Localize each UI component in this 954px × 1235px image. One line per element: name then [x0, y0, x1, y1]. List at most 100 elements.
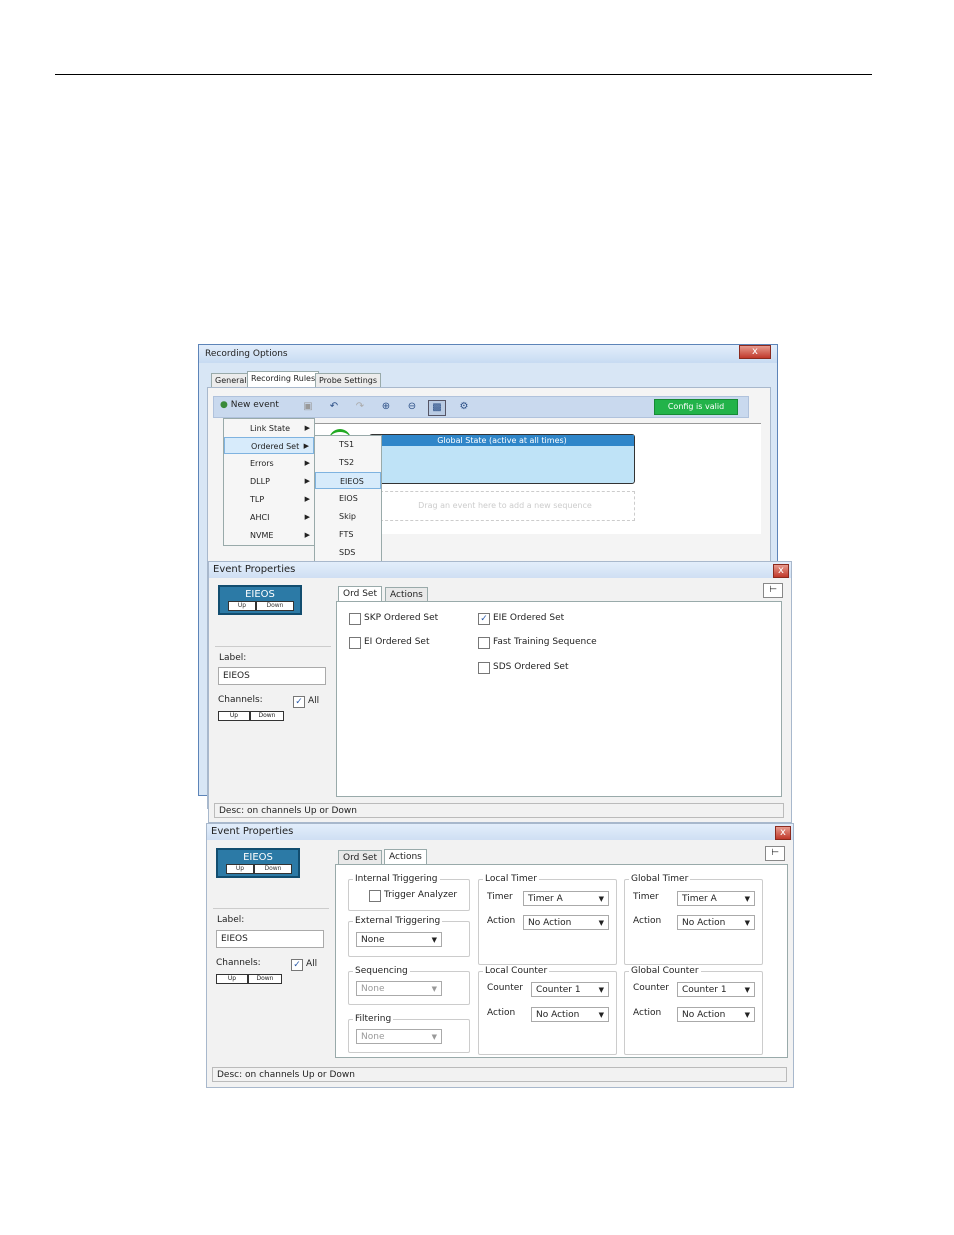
submenu-item-skip[interactable]: Skip	[315, 508, 381, 525]
print-icon[interactable]: ▩	[428, 400, 446, 416]
group-title: Local Counter	[483, 966, 550, 976]
tab-recording-rules[interactable]: Recording Rules	[247, 371, 320, 388]
new-event-icon: ●	[220, 400, 228, 410]
all-channels-checkbox[interactable]: ✓	[293, 696, 305, 708]
pin-icon[interactable]: ⊢	[763, 583, 783, 598]
local-counter-action-select[interactable]: No Action ▼	[531, 1007, 609, 1022]
camera-icon[interactable]: ▣	[300, 400, 316, 414]
pin-icon[interactable]: ⊢	[765, 846, 785, 861]
event-down-badge: Down	[254, 864, 292, 874]
menu-item-tlp[interactable]: TLP ▶	[224, 491, 314, 508]
redo-icon[interactable]: ↷	[352, 400, 368, 414]
channel-up-button[interactable]: Up	[216, 974, 248, 984]
local-timer-select[interactable]: Timer A ▼	[523, 891, 609, 906]
settings-icon[interactable]: ⚙	[456, 400, 472, 414]
timer-caption: Timer	[633, 892, 659, 902]
page-rule	[55, 74, 872, 75]
label-input[interactable]: EIEOS	[218, 667, 326, 685]
panel-title: Event Properties	[209, 562, 791, 578]
select-value: No Action	[528, 918, 572, 928]
eie-checkbox[interactable]: ✓	[478, 613, 490, 625]
trigger-analyzer-checkbox[interactable]	[369, 890, 381, 902]
select-value: None	[361, 984, 385, 994]
sds-checkbox[interactable]	[478, 662, 490, 674]
submenu-item-sds[interactable]: SDS	[315, 544, 381, 561]
menu-item-ahci[interactable]: AHCI ▶	[224, 509, 314, 526]
local-timer-action-select[interactable]: No Action ▼	[523, 915, 609, 930]
event-name: EIEOS	[243, 852, 273, 863]
select-value: Timer A	[528, 894, 563, 904]
chevron-right-icon: ▶	[304, 424, 310, 432]
all-channels-checkbox[interactable]: ✓	[291, 959, 303, 971]
window-title: Recording Options	[205, 349, 288, 359]
submenu-item-fts[interactable]: FTS	[315, 526, 381, 543]
divider	[215, 646, 331, 647]
new-event-button[interactable]: ● New event	[220, 400, 279, 410]
counter-caption: Counter	[633, 983, 669, 993]
global-timer-action-select[interactable]: No Action ▼	[677, 915, 755, 930]
all-label: All	[308, 696, 320, 706]
local-counter-select[interactable]: Counter 1 ▼	[531, 982, 609, 997]
rules-toolbar: ● New event ▣ ↶ ↷ ⊕ ⊖ ▩ ⚙ Config is vali…	[213, 396, 749, 418]
ord-set-content: SKP Ordered Set ✓ EIE Ordered Set EI Ord…	[336, 601, 782, 797]
group-title: Local Timer	[483, 874, 539, 884]
submenu-item-ts1[interactable]: TS1	[315, 436, 381, 453]
channel-down-button[interactable]: Down	[250, 711, 284, 721]
skp-label: SKP Ordered Set	[364, 613, 439, 623]
menu-item-errors[interactable]: Errors ▶	[224, 455, 314, 472]
tab-ord-set[interactable]: Ord Set	[338, 586, 382, 602]
group-title: Filtering	[353, 1014, 394, 1024]
group-title: Internal Triggering	[353, 874, 440, 884]
close-button[interactable]: x	[773, 564, 789, 578]
submenu-item-eios[interactable]: EIOS	[315, 490, 381, 507]
action-caption: Action	[633, 916, 662, 926]
menu-item-nvme[interactable]: NVME ▶	[224, 527, 314, 544]
zoom-in-icon[interactable]: ⊕	[378, 400, 394, 414]
tab-general[interactable]: General	[211, 373, 251, 388]
drag-drop-target[interactable]: Drag an event here to add a new sequence	[375, 491, 635, 521]
action-caption: Action	[487, 1008, 516, 1018]
event-badge[interactable]: EIEOS Up Down	[216, 848, 300, 878]
event-badge[interactable]: EIEOS Up Down	[218, 585, 302, 615]
global-counter-action-select[interactable]: No Action ▼	[677, 1007, 755, 1022]
undo-icon[interactable]: ↶	[326, 400, 342, 414]
chevron-right-icon: ▶	[304, 513, 310, 521]
global-timer-select[interactable]: Timer A ▼	[677, 891, 755, 906]
skp-checkbox[interactable]	[349, 613, 361, 625]
global-state-box[interactable]: Global State (active at all times)	[369, 434, 635, 484]
select-value: None	[361, 1032, 385, 1042]
submenu-item-eieos[interactable]: EIEOS	[315, 472, 381, 489]
menu-item-dllp[interactable]: DLLP ▶	[224, 473, 314, 490]
sequencing-select[interactable]: None ▼	[356, 981, 442, 996]
external-triggering-select[interactable]: None ▼	[356, 932, 442, 947]
all-label: All	[306, 959, 318, 969]
global-timer-group: Global Timer Timer Timer A ▼ Action No Ac…	[624, 874, 763, 965]
fts-label: Fast Training Sequence	[493, 637, 597, 647]
actions-content: Internal Triggering Trigger Analyzer Ext…	[335, 864, 788, 1058]
channel-down-button[interactable]: Down	[248, 974, 282, 984]
group-title: Global Counter	[629, 966, 701, 976]
menu-label: Errors	[250, 459, 274, 468]
chevron-right-icon: ▶	[304, 459, 310, 467]
close-button[interactable]: x	[739, 345, 771, 359]
external-triggering-group: External Triggering None ▼	[348, 916, 470, 957]
chevron-down-icon: ▼	[744, 1011, 750, 1019]
submenu-item-ts2[interactable]: TS2	[315, 454, 381, 471]
zoom-out-icon[interactable]: ⊖	[404, 400, 420, 414]
channel-up-button[interactable]: Up	[218, 711, 250, 721]
label-input[interactable]: EIEOS	[216, 930, 324, 948]
sds-label: SDS Ordered Set	[493, 662, 569, 672]
tab-actions[interactable]: Actions	[384, 849, 427, 865]
menu-item-ordered-set[interactable]: Ordered Set ▶	[224, 437, 314, 454]
chevron-down-icon: ▼	[598, 986, 604, 994]
global-counter-select[interactable]: Counter 1 ▼	[677, 982, 755, 997]
tab-probe-settings[interactable]: Probe Settings	[315, 373, 382, 388]
ei-checkbox[interactable]	[349, 637, 361, 649]
fts-checkbox[interactable]	[478, 637, 490, 649]
chevron-down-icon: ▼	[744, 919, 750, 927]
filtering-select[interactable]: None ▼	[356, 1029, 442, 1044]
config-status-badge: Config is valid	[654, 399, 738, 415]
menu-label: NVME	[250, 531, 274, 540]
close-button[interactable]: x	[775, 826, 791, 840]
menu-item-link-state[interactable]: Link State ▶	[224, 420, 314, 437]
